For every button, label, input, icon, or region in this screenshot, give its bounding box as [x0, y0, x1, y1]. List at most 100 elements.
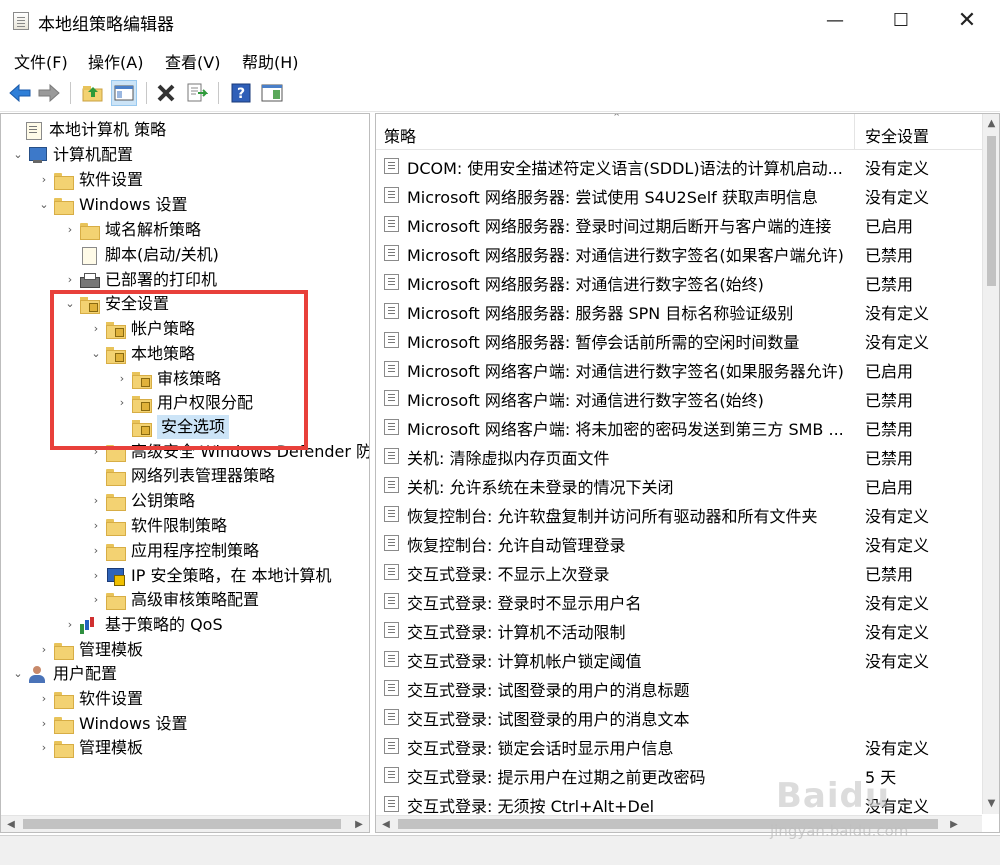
maximize-button[interactable]: ☐: [868, 0, 934, 42]
tree-node-network-list-manager[interactable]: 网络列表管理器策略: [87, 464, 275, 488]
tree-node-user-admin-templates[interactable]: › 管理模板: [35, 736, 143, 760]
list-item[interactable]: Microsoft 网络服务器: 暂停会话前所需的空闲时间数量 没有定义: [376, 325, 984, 354]
list-item[interactable]: Microsoft 网络服务器: 对通信进行数字签名(始终) 已禁用: [376, 267, 984, 296]
list-item[interactable]: Microsoft 网络客户端: 对通信进行数字签名(如果服务器允许) 已启用: [376, 354, 984, 383]
minimize-button[interactable]: —: [802, 0, 868, 42]
list-horizontal-scrollbar[interactable]: ◀ ▶: [376, 815, 982, 832]
tree-node-windows-defender-firewall[interactable]: › 高级安全 Windows Defender 防: [87, 440, 369, 464]
list-item[interactable]: 交互式登录: 提示用户在过期之前更改密码 5 天: [376, 760, 984, 789]
tree-node-windows-settings[interactable]: ⌄ Windows 设置: [35, 193, 188, 217]
menu-file[interactable]: 文件(F): [14, 49, 68, 73]
tree-horizontal-scrollbar[interactable]: ◀ ▶: [1, 815, 369, 832]
list-item[interactable]: Microsoft 网络服务器: 对通信进行数字签名(如果客户端允许) 已禁用: [376, 238, 984, 267]
list-item[interactable]: Microsoft 网络服务器: 尝试使用 S4U2Self 获取声明信息 没有定…: [376, 180, 984, 209]
collapse-chevron-icon[interactable]: ⌄: [9, 143, 27, 167]
policy-list-view[interactable]: ⌃ 策略 安全设置 DCOM: 使用安全描述符定义语言(SDDL)语法的计算机启…: [375, 113, 1000, 833]
tree-node-software-restriction[interactable]: › 软件限制策略: [87, 514, 227, 538]
tree-node-software-settings[interactable]: › 软件设置: [35, 168, 143, 192]
console-tree[interactable]: 本地计算机 策略 ⌄ 计算机配置 › 软件设置 ⌄ Windows 设置 › 域名解析策…: [0, 113, 370, 833]
tree-node-local-policies[interactable]: ⌄ 本地策略: [87, 342, 195, 366]
scroll-left-icon[interactable]: ◀: [378, 817, 394, 832]
expand-chevron-icon[interactable]: ›: [61, 268, 79, 292]
column-header-policy[interactable]: 策略: [384, 123, 416, 147]
list-item[interactable]: Microsoft 网络服务器: 服务器 SPN 目标名称验证级别 没有定义: [376, 296, 984, 325]
list-item[interactable]: 交互式登录: 计算机帐户锁定阈值 没有定义: [376, 644, 984, 673]
column-divider[interactable]: [854, 114, 855, 150]
list-item[interactable]: Microsoft 网络服务器: 登录时间过期后断开与客户端的连接 已启用: [376, 209, 984, 238]
list-item[interactable]: DCOM: 使用安全描述符定义语言(SDDL)语法的计算机启动... 没有定义: [376, 151, 984, 180]
show-hide-console-tree-icon[interactable]: [111, 80, 137, 106]
tree-node-user-software-settings[interactable]: › 软件设置: [35, 687, 143, 711]
list-item[interactable]: 恢复控制台: 允许自动管理登录 没有定义: [376, 528, 984, 557]
tree-node-app-control-policies[interactable]: › 应用程序控制策略: [87, 539, 259, 563]
list-item[interactable]: 交互式登录: 无须按 Ctrl+Alt+Del 没有定义: [376, 789, 984, 818]
tree-node-name-resolution-policy[interactable]: › 域名解析策略: [61, 218, 201, 242]
menu-help[interactable]: 帮助(H): [242, 49, 299, 73]
list-item[interactable]: 交互式登录: 锁定会话时显示用户信息 没有定义: [376, 731, 984, 760]
tree-node-admin-templates[interactable]: › 管理模板: [35, 638, 143, 662]
tree-node-account-policies[interactable]: › 帐户策略: [87, 317, 195, 341]
collapse-chevron-icon[interactable]: ⌄: [35, 193, 53, 217]
tree-node-local-computer-policy[interactable]: 本地计算机 策略: [5, 118, 166, 142]
expand-chevron-icon[interactable]: ›: [113, 391, 131, 415]
help-icon[interactable]: ?: [228, 80, 254, 106]
tree-node-ip-security-policies[interactable]: › IP 安全策略，在 本地计算机: [87, 564, 332, 588]
scrollbar-thumb[interactable]: [398, 819, 938, 829]
tree-node-user-windows-settings[interactable]: › Windows 设置: [35, 712, 188, 736]
scroll-right-icon[interactable]: ▶: [351, 817, 367, 832]
menu-action[interactable]: 操作(A): [88, 49, 143, 73]
list-item[interactable]: 交互式登录: 试图登录的用户的消息文本: [376, 702, 984, 731]
list-item[interactable]: 交互式登录: 登录时不显示用户名 没有定义: [376, 586, 984, 615]
scroll-up-icon[interactable]: ▲: [984, 116, 999, 132]
tree-node-security-options[interactable]: 安全选项: [113, 415, 230, 439]
tree-node-advanced-audit[interactable]: › 高级审核策略配置: [87, 588, 259, 612]
tree-node-computer-config[interactable]: ⌄ 计算机配置: [9, 143, 133, 167]
expand-chevron-icon[interactable]: ›: [87, 539, 105, 563]
close-button[interactable]: ✕: [934, 0, 1000, 42]
collapse-chevron-icon[interactable]: ⌄: [9, 662, 27, 686]
tree-node-user-rights-assignment[interactable]: › 用户权限分配: [113, 391, 253, 415]
expand-chevron-icon[interactable]: ›: [87, 440, 105, 464]
list-item[interactable]: 交互式登录: 计算机不活动限制 没有定义: [376, 615, 984, 644]
collapse-chevron-icon[interactable]: ⌄: [87, 342, 105, 366]
expand-chevron-icon[interactable]: ›: [87, 317, 105, 341]
tree-node-deployed-printers[interactable]: › 已部署的打印机: [61, 268, 217, 292]
scrollbar-thumb[interactable]: [23, 819, 341, 829]
expand-chevron-icon[interactable]: ›: [61, 218, 79, 242]
export-list-icon[interactable]: [184, 80, 210, 106]
tree-node-public-key-policies[interactable]: › 公钥策略: [87, 489, 195, 513]
column-header-security-setting[interactable]: 安全设置: [865, 123, 929, 147]
tree-node-security-settings[interactable]: ⌄ 安全设置: [61, 292, 169, 316]
expand-chevron-icon[interactable]: ›: [35, 168, 53, 192]
scroll-right-icon[interactable]: ▶: [946, 817, 962, 832]
expand-chevron-icon[interactable]: ›: [87, 514, 105, 538]
list-item[interactable]: Microsoft 网络客户端: 将未加密的密码发送到第三方 SMB ... 已禁…: [376, 412, 984, 441]
collapse-chevron-icon[interactable]: ⌄: [61, 292, 79, 316]
list-item[interactable]: 关机: 清除虚拟内存页面文件 已禁用: [376, 441, 984, 470]
expand-chevron-icon[interactable]: ›: [35, 736, 53, 760]
list-item[interactable]: 恢复控制台: 允许软盘复制并访问所有驱动器和所有文件夹 没有定义: [376, 499, 984, 528]
expand-chevron-icon[interactable]: ›: [35, 638, 53, 662]
delete-icon[interactable]: [153, 80, 179, 106]
tree-node-scripts[interactable]: 脚本(启动/关机): [61, 243, 219, 267]
tree-node-audit-policy[interactable]: › 审核策略: [113, 367, 221, 391]
expand-chevron-icon[interactable]: ›: [87, 489, 105, 513]
scroll-left-icon[interactable]: ◀: [3, 817, 19, 832]
list-item[interactable]: 交互式登录: 试图登录的用户的消息标题: [376, 673, 984, 702]
scrollbar-thumb[interactable]: [987, 136, 996, 286]
forward-arrow-icon[interactable]: [36, 80, 62, 106]
up-folder-icon[interactable]: [80, 80, 106, 106]
scroll-down-icon[interactable]: ▼: [984, 796, 999, 812]
tree-node-user-config[interactable]: ⌄ 用户配置: [9, 662, 117, 686]
expand-chevron-icon[interactable]: ›: [87, 564, 105, 588]
list-item[interactable]: 交互式登录: 不显示上次登录 已禁用: [376, 557, 984, 586]
expand-chevron-icon[interactable]: ›: [35, 712, 53, 736]
back-arrow-icon[interactable]: [7, 80, 33, 106]
list-item[interactable]: Microsoft 网络客户端: 对通信进行数字签名(始终) 已禁用: [376, 383, 984, 412]
list-item[interactable]: 关机: 允许系统在未登录的情况下关闭 已启用: [376, 470, 984, 499]
expand-chevron-icon[interactable]: ›: [113, 367, 131, 391]
tree-node-policy-based-qos[interactable]: › 基于策略的 QoS: [61, 613, 223, 637]
menu-view[interactable]: 查看(V): [165, 49, 220, 73]
expand-chevron-icon[interactable]: ›: [35, 687, 53, 711]
list-vertical-scrollbar[interactable]: ▲ ▼: [982, 114, 999, 814]
